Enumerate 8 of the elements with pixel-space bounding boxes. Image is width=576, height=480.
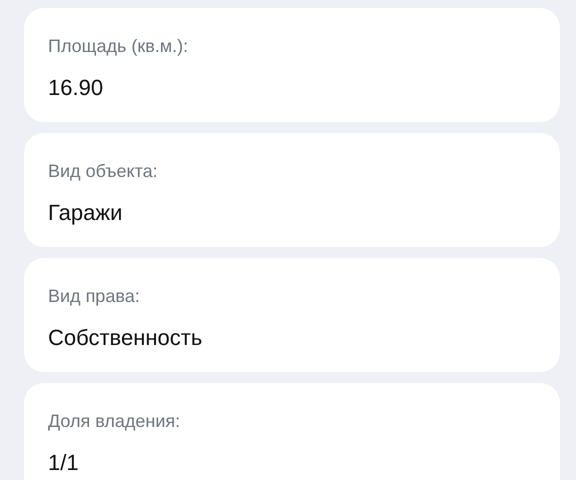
field-label: Площадь (кв.м.): xyxy=(48,35,188,58)
field-value: 1/1 xyxy=(48,449,79,477)
field-label: Вид объекта: xyxy=(48,160,158,183)
field-value: Собственность xyxy=(48,324,202,352)
field-value: Гаражи xyxy=(48,199,122,227)
field-label: Доля владения: xyxy=(48,410,180,433)
field-value: 16.90 xyxy=(48,74,104,102)
field-label: Вид права: xyxy=(48,285,140,308)
